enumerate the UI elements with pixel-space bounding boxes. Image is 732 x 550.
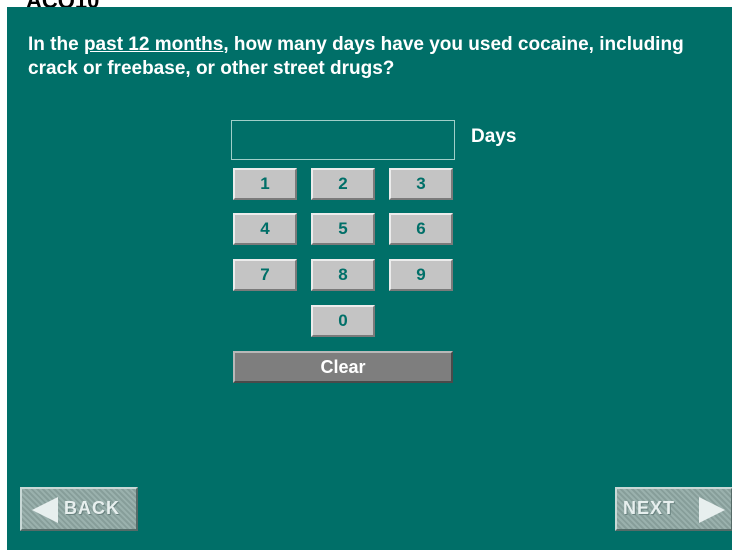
key-6-button[interactable]: 6 (389, 213, 453, 245)
key-7-button[interactable]: 7 (233, 259, 297, 291)
clear-button[interactable]: Clear (233, 351, 453, 383)
key-1-button[interactable]: 1 (233, 168, 297, 200)
key-9-button[interactable]: 9 (389, 259, 453, 291)
days-unit-label: Days (471, 126, 517, 147)
question-prefix: In the (28, 34, 84, 55)
arrow-left-icon (32, 497, 58, 523)
top-strip: ACQ10 (0, 0, 732, 7)
key-5-button[interactable]: 5 (311, 213, 375, 245)
key-3-button[interactable]: 3 (389, 168, 453, 200)
next-button-label: NEXT (623, 498, 676, 518)
back-button-label: BACK (64, 498, 120, 518)
back-button[interactable]: BACK (20, 487, 138, 531)
days-input[interactable] (231, 120, 455, 160)
next-button[interactable]: NEXT (615, 487, 732, 531)
arrow-right-icon (699, 497, 725, 523)
key-0-button[interactable]: 0 (311, 305, 375, 337)
clipped-header-text: ACQ10 (26, 0, 99, 7)
key-2-button[interactable]: 2 (311, 168, 375, 200)
question-emphasis: past 12 months (83, 34, 224, 55)
key-8-button[interactable]: 8 (311, 259, 375, 291)
key-4-button[interactable]: 4 (233, 213, 297, 245)
question-text: In the past 12 months, how many days hav… (28, 33, 718, 81)
